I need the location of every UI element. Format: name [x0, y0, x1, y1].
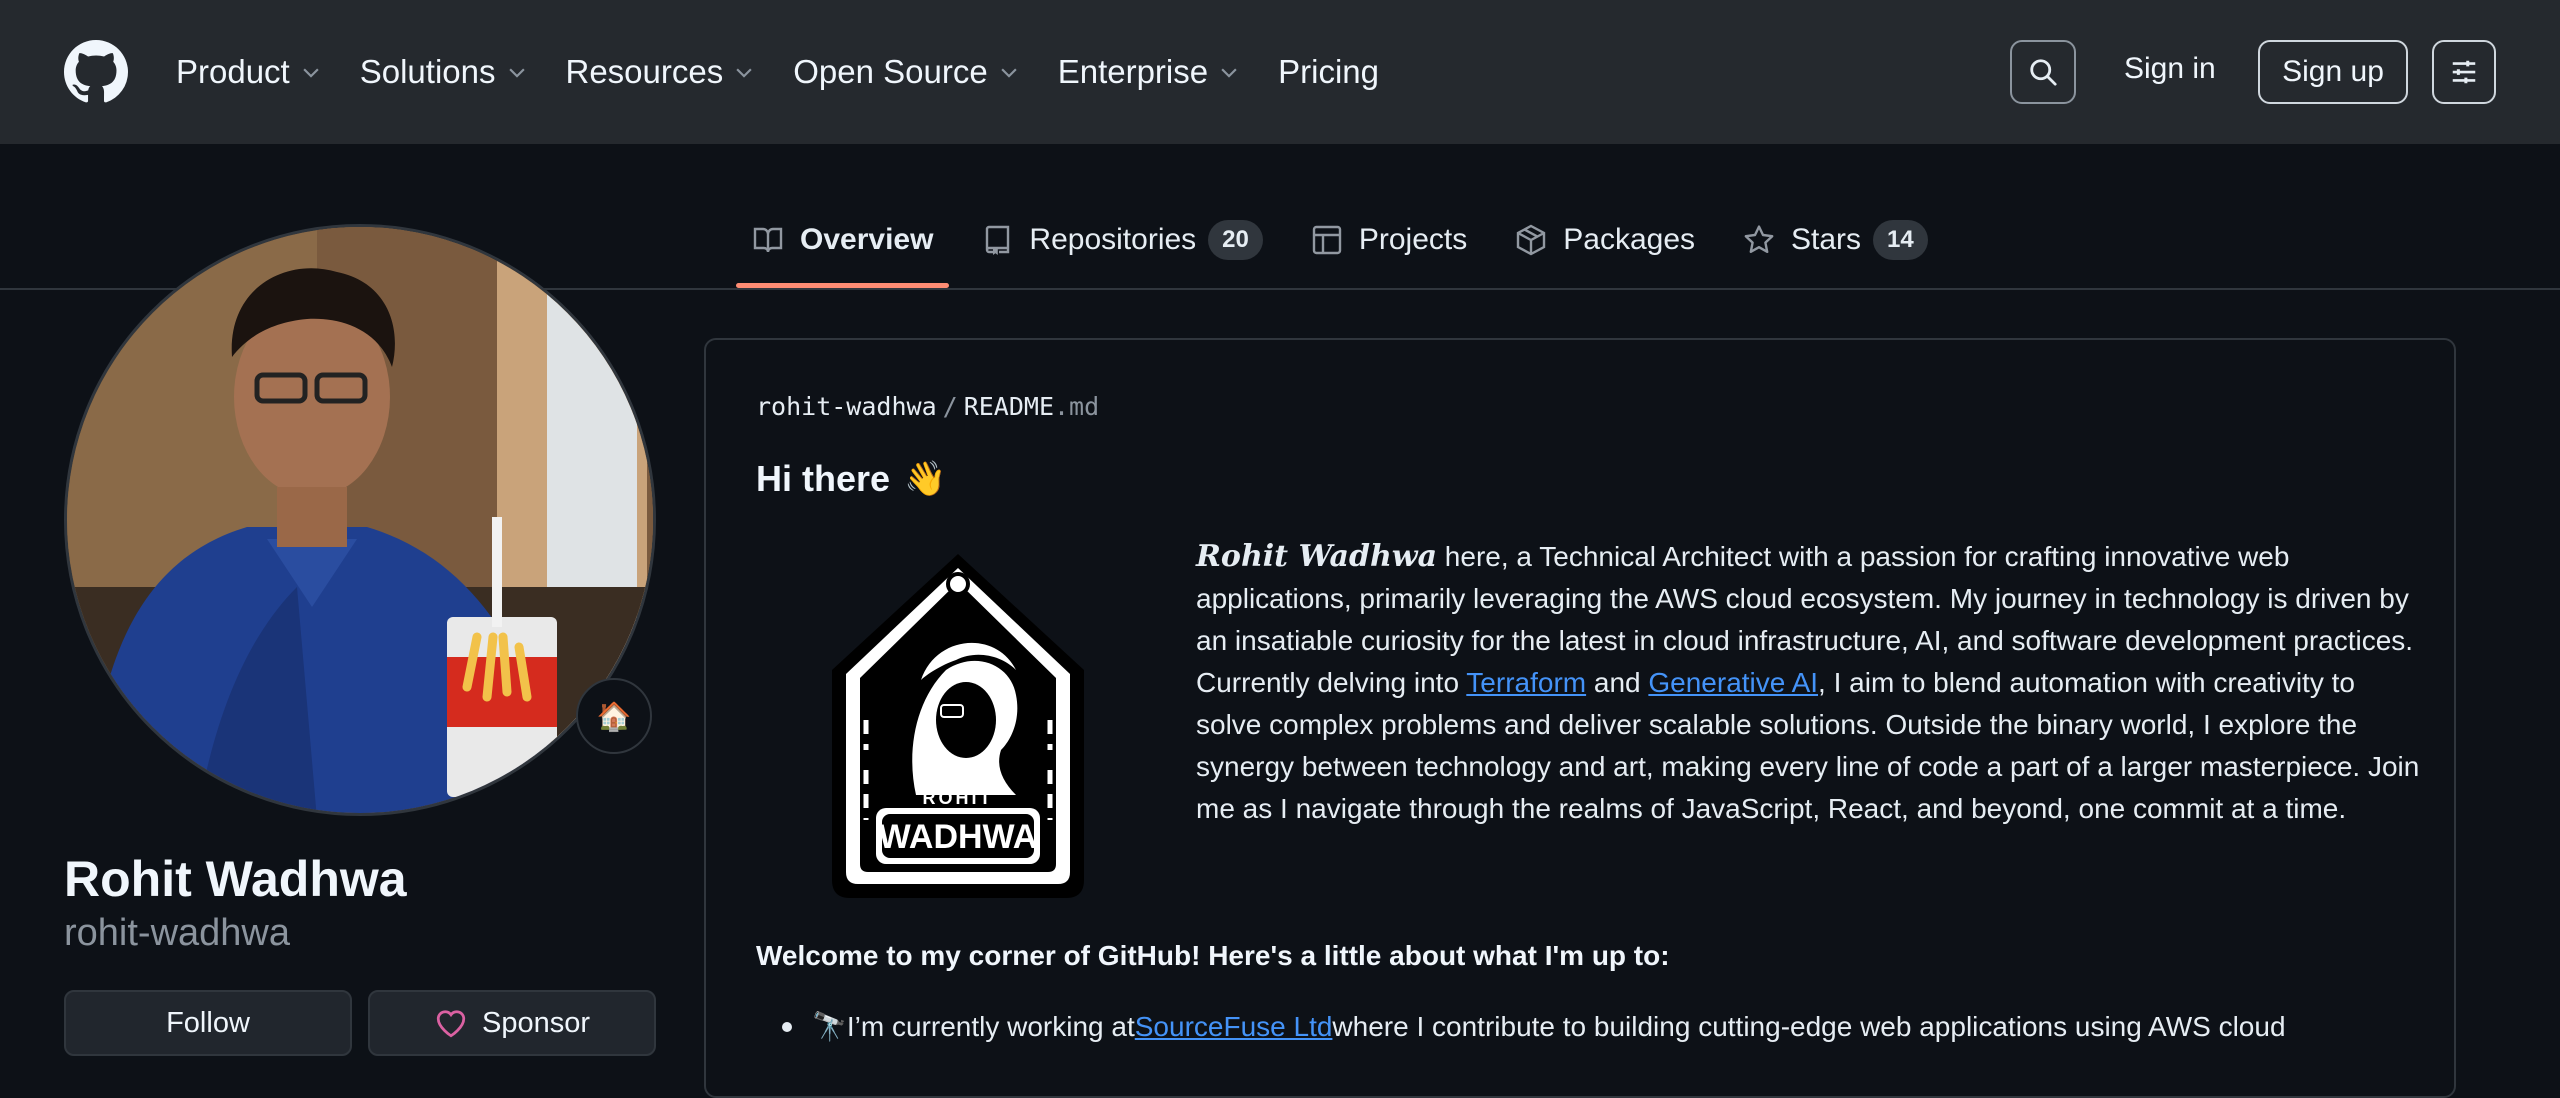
table-icon — [1312, 225, 1342, 255]
tab-packages[interactable]: Packages — [1499, 204, 1711, 276]
heart-icon — [436, 1010, 466, 1038]
nav-pricing[interactable]: Pricing — [1278, 53, 1379, 91]
list-text-2: where I contribute to building cutting-e… — [1332, 1010, 2286, 1042]
tab-stars-label: Stars — [1791, 223, 1862, 256]
nav-product-label: Product — [176, 53, 290, 90]
bio-name: Rohit Wadhwa — [1196, 539, 1438, 574]
path-separator: / — [942, 392, 958, 421]
stars-count-badge: 14 — [1873, 220, 1928, 260]
wave-emoji: 👋 — [904, 460, 947, 498]
profile-tabs: Overview Repositories 20 Projects Packag… — [736, 204, 1960, 288]
settings-menu-button[interactable] — [2432, 40, 2496, 104]
nav-product[interactable]: Product — [176, 53, 322, 91]
terraform-link[interactable]: Terraform — [1466, 667, 1586, 698]
badge-line1: ROHIT — [923, 788, 994, 808]
nav-pricing-label: Pricing — [1278, 53, 1379, 90]
status-emoji: 🏠 — [596, 700, 632, 732]
readme-heading: Hi there 👋 — [756, 458, 946, 500]
tab-repositories-label: Repositories — [1029, 223, 1197, 256]
nav-enterprise[interactable]: Enterprise — [1058, 53, 1240, 91]
welcome-heading: Welcome to my corner of GitHub! Here's a… — [756, 940, 1670, 971]
nav-resources-label: Resources — [565, 53, 724, 90]
search-button[interactable] — [2010, 40, 2076, 104]
sign-up-button[interactable]: Sign up — [2258, 40, 2408, 104]
search-icon — [2030, 59, 2057, 86]
chevron-down-icon — [736, 68, 752, 78]
sponsor-label: Sponsor — [481, 1006, 590, 1039]
repositories-count-badge: 20 — [1208, 220, 1263, 260]
readme-file-ext: .md — [1054, 392, 1100, 421]
chevron-down-icon — [1001, 68, 1017, 78]
tab-stars[interactable]: Stars 14 — [1727, 204, 1944, 276]
nav-open-source[interactable]: Open Source — [793, 53, 1019, 91]
sliders-icon — [2452, 60, 2476, 84]
list-item: 🔭 I’m currently working at SourceFuse Lt… — [782, 1010, 2286, 1043]
follow-button[interactable]: Follow — [64, 990, 352, 1056]
status-badge[interactable]: 🏠 — [576, 678, 652, 754]
bio-paragraph: Rohit Wadhwa here, a Technical Architect… — [1196, 536, 2426, 830]
readme-card: rohit-wadhwa / README.md Hi there 👋 ROHIT … — [704, 338, 2456, 1098]
tab-projects[interactable]: Projects — [1295, 204, 1483, 276]
tab-overview-label: Overview — [800, 223, 934, 256]
greeting-text: Hi there — [756, 458, 891, 499]
telescope-emoji: 🔭 — [812, 1011, 847, 1042]
readme-path: rohit-wadhwa / README.md — [756, 392, 1099, 421]
tab-repositories[interactable]: Repositories 20 — [965, 204, 1278, 276]
star-icon — [1744, 225, 1774, 253]
sourcefuse-link[interactable]: SourceFuse Ltd — [1135, 1011, 1333, 1043]
nav-resources[interactable]: Resources — [566, 53, 756, 91]
book-icon — [753, 227, 783, 253]
sponsor-button[interactable]: Sponsor — [368, 990, 656, 1056]
readme-owner-link[interactable]: rohit-wadhwa — [756, 392, 937, 421]
readme-file-name: README — [963, 392, 1054, 421]
nav-solutions-label: Solutions — [359, 53, 496, 90]
list-text-1: I’m currently working at — [846, 1010, 1135, 1042]
chevron-down-icon — [303, 68, 319, 78]
github-logo-icon[interactable] — [64, 40, 128, 104]
profile-username: rohit-wadhwa — [64, 912, 290, 954]
avatar-photo — [67, 227, 653, 813]
badge-line2: WADHWA — [879, 818, 1038, 856]
name-badge-image: ROHIT WADHWA — [832, 554, 1084, 898]
chevron-down-icon — [1221, 68, 1237, 78]
profile-fullname: Rohit Wadhwa — [64, 851, 407, 907]
avatar[interactable] — [64, 224, 656, 816]
nav-solutions[interactable]: Solutions — [360, 53, 528, 91]
site-header: Product Solutions Resources Open Source … — [0, 0, 2560, 144]
main-nav: Product Solutions Resources Open Source … — [176, 0, 1417, 144]
tab-packages-label: Packages — [1563, 223, 1695, 256]
generative-ai-link[interactable]: Generative AI — [1648, 667, 1818, 698]
nav-enterprise-label: Enterprise — [1057, 53, 1209, 90]
bullet-dot — [782, 1021, 792, 1032]
nav-open-source-label: Open Source — [793, 53, 988, 90]
package-icon — [1517, 224, 1546, 256]
chevron-down-icon — [508, 68, 525, 78]
repo-icon — [986, 225, 1010, 255]
tab-projects-label: Projects — [1358, 223, 1468, 256]
tab-overview[interactable]: Overview — [736, 204, 950, 288]
sign-in-link[interactable]: Sign in — [2124, 52, 2216, 86]
bio-text-2: and — [1586, 667, 1649, 698]
